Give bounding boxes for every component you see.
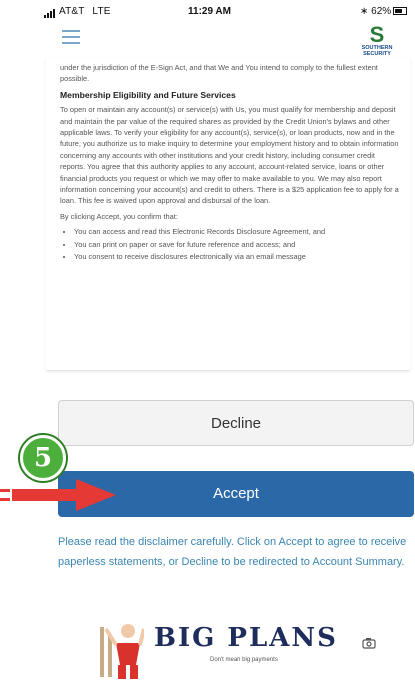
document-intro-text: under the jurisdiction of the E-Sign Act…: [60, 63, 378, 84]
clock: 11:29 AM: [188, 6, 231, 17]
signal-icon: [44, 7, 56, 18]
decline-button[interactable]: Decline: [58, 400, 414, 446]
section-body: To open or maintain any account(s) or se…: [60, 105, 399, 206]
battery-status: ∗ 62%: [360, 6, 408, 17]
hamburger-menu-icon[interactable]: [62, 30, 80, 44]
carrier-name: AT&T: [59, 6, 85, 17]
list-item: You can print on paper or save for futur…: [74, 239, 402, 250]
confirm-intro: By clicking Accept, you confirm that:: [60, 211, 178, 221]
carrier-info: AT&T LTE: [44, 6, 111, 18]
disclosure-document[interactable]: under the jurisdiction of the E-Sign Act…: [46, 58, 410, 371]
pointer-arrow-icon: [0, 479, 116, 511]
brand-logo: S SOUTHERN SECURITY: [352, 22, 402, 58]
logo-text-line2: SECURITY: [363, 51, 391, 57]
battery-icon: [393, 7, 408, 15]
disclaimer-text: Please read the disclaimer carefully. Cl…: [58, 536, 407, 568]
confirmation-list: You can access and read this Electronic …: [60, 226, 402, 262]
section-title: Membership Eligibility and Future Servic…: [60, 89, 236, 100]
person-figure-icon: [100, 624, 144, 679]
network-type: LTE: [92, 6, 111, 17]
banner-subline: Don't mean big payments: [210, 657, 278, 663]
list-item: You can access and read this Electronic …: [74, 226, 402, 237]
list-item: You consent to receive disclosures elect…: [74, 251, 402, 262]
promo-banner[interactable]: BIG PLANS Don't mean big payments: [100, 615, 400, 681]
battery-percent: 62%: [371, 6, 392, 17]
logo-mark-icon: S: [369, 22, 385, 47]
app-header: S SOUTHERN SECURITY: [0, 22, 415, 58]
status-bar: AT&T LTE 11:29 AM ∗ 62%: [0, 0, 415, 22]
bluetooth-icon: ∗: [360, 6, 369, 17]
camera-icon: [362, 638, 376, 649]
banner-headline: BIG PLANS: [154, 623, 338, 653]
